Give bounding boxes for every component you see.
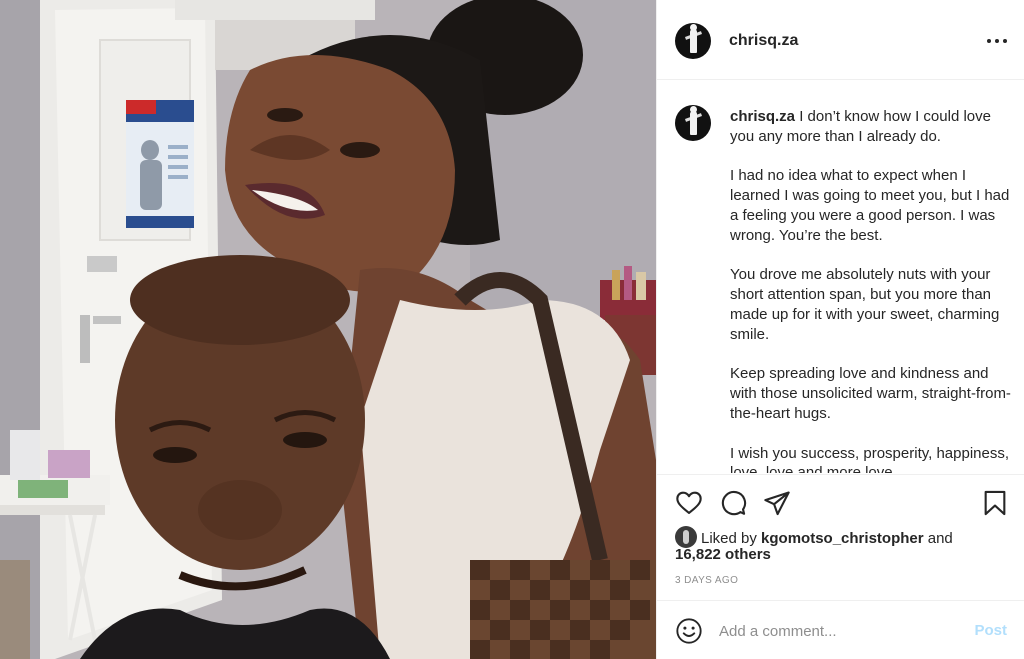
likes-prefix: Liked by [701, 530, 757, 547]
comment-bar: Post [657, 600, 1024, 659]
comment-icon[interactable] [719, 489, 749, 519]
caption-text: chrisq.za I don’t know how I could love … [730, 107, 1015, 473]
bookmark-icon[interactable] [981, 489, 1011, 519]
more-options-icon[interactable] [987, 32, 1007, 50]
liker-username[interactable]: kgomotso_christopher [761, 530, 924, 547]
post-header: chrisq.za [657, 2, 1024, 80]
post-photo[interactable] [0, 0, 656, 659]
avatar[interactable] [675, 22, 711, 59]
more-dot [1003, 39, 1007, 43]
avatar-figure [690, 23, 697, 53]
photo-illustration [0, 0, 656, 659]
likes-count[interactable]: 16,822 others [675, 546, 771, 563]
avatar-figure [690, 106, 697, 135]
post-timestamp[interactable]: 3 days ago [675, 575, 738, 586]
comment-input[interactable] [719, 619, 959, 643]
caption-avatar[interactable] [675, 105, 711, 141]
caption-username[interactable]: chrisq.za [730, 108, 795, 125]
caption-scroll-area[interactable]: chrisq.za I don’t know how I could love … [657, 81, 1024, 473]
liker-avatar[interactable] [675, 526, 697, 548]
caption-paragraph: Keep spreading love and kindness and wit… [730, 365, 1011, 422]
header-username[interactable]: chrisq.za [729, 32, 798, 50]
heart-icon[interactable] [675, 489, 705, 519]
caption-first-paragraph: chrisq.za I don’t know how I could love … [730, 107, 1015, 147]
post-details-panel: chrisq.za chrisq.za I don’t know how I c… [656, 0, 1024, 659]
post-actions: Liked by kgomotso_christopher and 16,822… [657, 474, 1024, 600]
more-dot [987, 39, 991, 43]
emoji-icon[interactable] [675, 617, 703, 645]
likes-and: and [927, 530, 953, 547]
caption-paragraph: I wish you success, prosperity, happines… [730, 444, 1010, 473]
caption-paragraph: I had no idea what to expect when I lear… [730, 167, 1010, 244]
share-icon[interactable] [763, 489, 793, 519]
post-comment-button[interactable]: Post [974, 622, 1007, 639]
more-dot [995, 39, 999, 43]
caption-paragraph: You drove me absolutely nuts with your s… [730, 266, 1000, 343]
